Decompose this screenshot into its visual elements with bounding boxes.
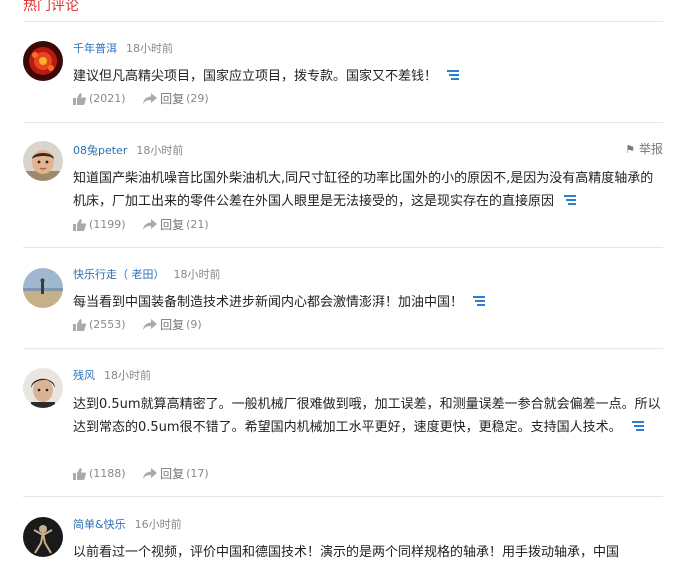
avatar[interactable] xyxy=(23,41,63,81)
timestamp: 18小时前 xyxy=(104,369,151,382)
like-button[interactable]: (1188) xyxy=(73,466,126,482)
section-title: 热门评论 xyxy=(23,0,79,14)
timestamp: 18小时前 xyxy=(126,42,173,55)
thumbs-up-icon xyxy=(73,219,86,231)
comment-meta: 08兔peter 18小时前 xyxy=(73,143,183,159)
comment-body: 每当看到中国装备制造技术进步新闻内心都会激情澎湃！加油中国！ xyxy=(73,295,464,310)
share-arrow-icon xyxy=(143,93,158,104)
reply-count: (17) xyxy=(186,467,209,480)
reply-button[interactable]: 回复 (29) xyxy=(143,91,209,107)
comment-text: 以前看过一个视频，评价中国和德国技术！演示的是两个同样规格的轴承！用手拨动轴承，… xyxy=(73,541,663,564)
comment-actions: (1188) 回复 (17) xyxy=(73,466,209,482)
comment-actions: (1199) 回复 (21) xyxy=(73,217,209,233)
comment-text: 建议但凡高精尖项目，国家应立项目，拨专款。国家又不差钱！ xyxy=(73,65,663,88)
report-button[interactable]: ⚑ 举报 xyxy=(625,142,663,157)
comment-meta: 快乐行走（ 老田） 18小时前 xyxy=(73,267,221,283)
username[interactable]: 快乐行走（ 老田） xyxy=(73,268,165,281)
flag-icon: ⚑ xyxy=(625,143,635,156)
more-icon[interactable] xyxy=(631,416,644,439)
username[interactable]: 简单&快乐 xyxy=(73,518,126,531)
timestamp: 18小时前 xyxy=(173,268,221,281)
reply-count: (21) xyxy=(186,218,209,231)
reply-label: 回复 xyxy=(160,467,185,481)
like-count: (1199) xyxy=(89,218,126,231)
more-icon[interactable] xyxy=(564,190,577,213)
avatar[interactable] xyxy=(23,517,63,557)
reply-label: 回复 xyxy=(160,218,185,232)
reply-label: 回复 xyxy=(160,318,185,332)
more-icon[interactable] xyxy=(473,291,486,314)
comment-meta: 简单&快乐 16小时前 xyxy=(73,517,182,533)
like-count: (2021) xyxy=(89,92,126,105)
like-count: (2553) xyxy=(89,318,126,331)
like-button[interactable]: (2021) xyxy=(73,91,126,107)
divider xyxy=(23,348,663,349)
report-label: 举报 xyxy=(638,142,663,156)
comment-body: 达到0.5um就算高精密了。一般机械厂很难做到哦，加工误差，和测量误差一参合就会… xyxy=(73,397,661,435)
username[interactable]: 残风 xyxy=(73,369,95,382)
reply-count: (9) xyxy=(186,318,202,331)
reply-button[interactable]: 回复 (17) xyxy=(143,466,209,482)
comment-actions: (2553) 回复 (9) xyxy=(73,317,202,333)
share-arrow-icon xyxy=(143,319,158,330)
comment-meta: 千年普洱 18小时前 xyxy=(73,41,173,57)
comment-body: 建议但凡高精尖项目，国家应立项目，拨专款。国家又不差钱！ xyxy=(73,69,438,84)
more-icon[interactable] xyxy=(447,65,460,88)
thumbs-up-icon xyxy=(73,319,86,331)
reply-button[interactable]: 回复 (9) xyxy=(143,317,202,333)
reply-count: (29) xyxy=(186,92,209,105)
comment-actions: (2021) 回复 (29) xyxy=(73,91,209,107)
comment-body: 以前看过一个视频，评价中国和德国技术！演示的是两个同样规格的轴承！用手拨动轴承，… xyxy=(73,545,620,560)
avatar[interactable] xyxy=(23,141,63,181)
comment-text: 每当看到中国装备制造技术进步新闻内心都会激情澎湃！加油中国！ xyxy=(73,291,663,314)
timestamp: 18小时前 xyxy=(136,144,184,157)
comment-meta: 残风 18小时前 xyxy=(73,368,151,384)
divider xyxy=(23,21,663,22)
thumbs-up-icon xyxy=(73,468,86,480)
share-arrow-icon xyxy=(143,219,158,230)
reply-button[interactable]: 回复 (21) xyxy=(143,217,209,233)
username[interactable]: 千年普洱 xyxy=(73,42,117,55)
username[interactable]: 08兔peter xyxy=(73,144,127,157)
share-arrow-icon xyxy=(143,468,158,479)
divider xyxy=(23,122,663,123)
comment-text: 知道国产柴油机噪音比国外柴油机大,同尺寸缸径的功率比国外的小的原因不,是因为没有… xyxy=(73,167,663,213)
avatar[interactable] xyxy=(23,368,63,408)
divider xyxy=(23,496,663,497)
comment-text: 达到0.5um就算高精密了。一般机械厂很难做到哦，加工误差，和测量误差一参合就会… xyxy=(73,393,663,439)
like-button[interactable]: (2553) xyxy=(73,317,126,333)
avatar[interactable] xyxy=(23,268,63,308)
timestamp: 16小时前 xyxy=(134,518,182,531)
thumbs-up-icon xyxy=(73,93,86,105)
like-button[interactable]: (1199) xyxy=(73,217,126,233)
like-count: (1188) xyxy=(89,467,126,480)
reply-label: 回复 xyxy=(160,92,185,106)
divider xyxy=(23,247,663,248)
